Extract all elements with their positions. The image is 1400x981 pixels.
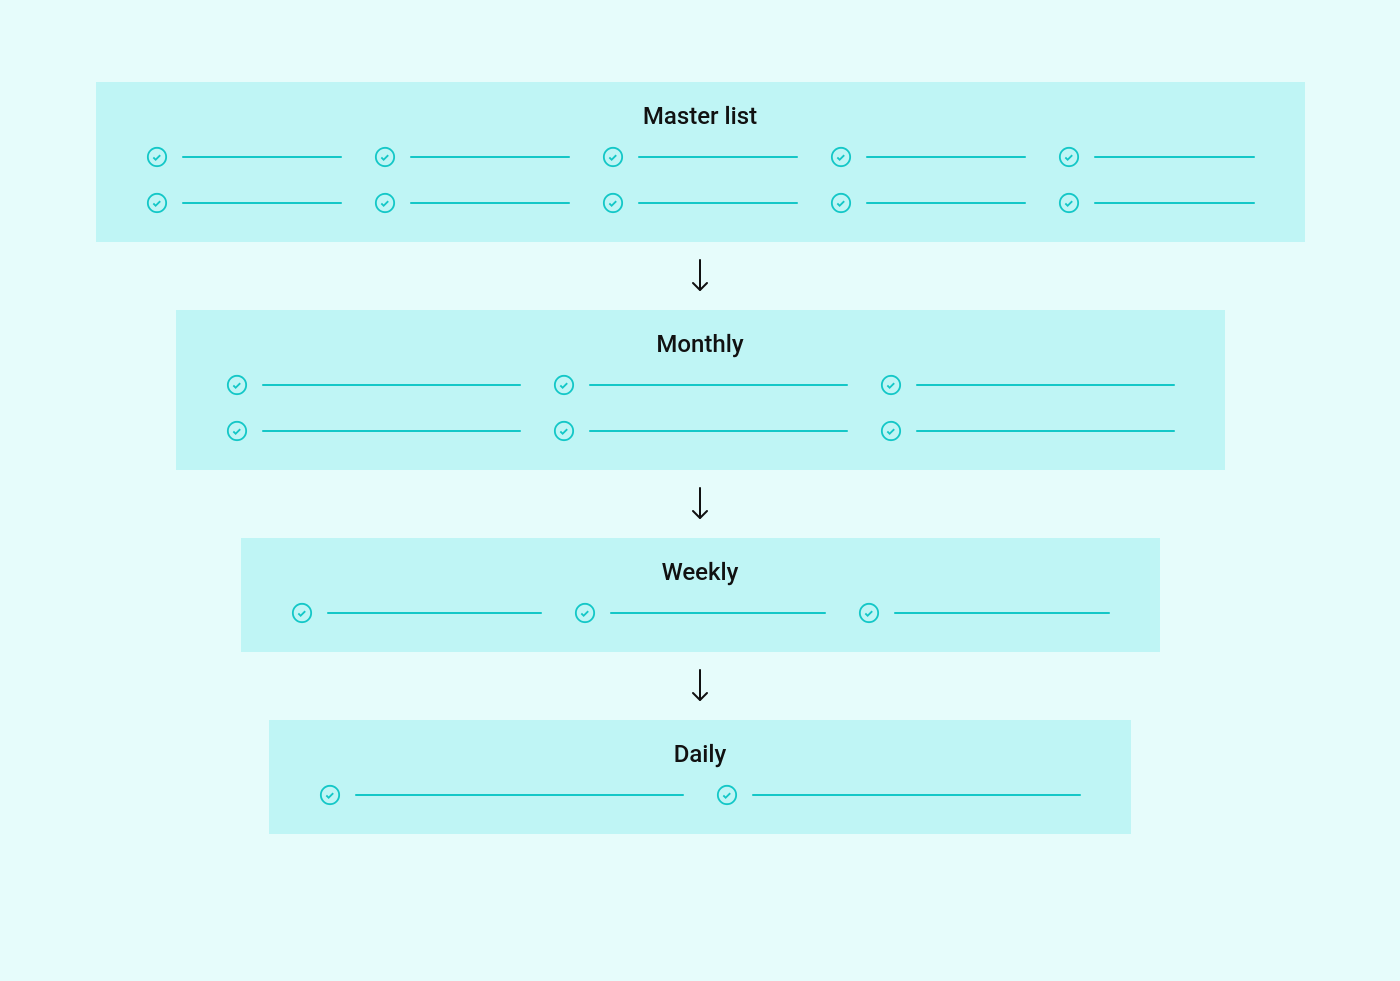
task-item (1058, 146, 1254, 168)
arrow-down-icon (688, 470, 712, 538)
task-placeholder-line (638, 156, 798, 158)
task-placeholder-line (1094, 156, 1254, 158)
task-placeholder-line (327, 612, 543, 614)
diagram-canvas: Master list Monthly (0, 0, 1400, 981)
task-placeholder-line (262, 384, 521, 386)
tier-master: Master list (96, 82, 1305, 242)
check-circle-icon (553, 420, 575, 442)
check-circle-icon (858, 602, 880, 624)
task-placeholder-line (355, 794, 684, 796)
task-row (146, 146, 1255, 168)
check-circle-icon (830, 146, 852, 168)
check-circle-icon (374, 146, 396, 168)
tier-title-daily: Daily (269, 740, 1131, 768)
task-item (146, 146, 342, 168)
task-row (146, 192, 1255, 214)
check-circle-icon (602, 146, 624, 168)
task-placeholder-line (410, 156, 570, 158)
task-item (226, 420, 521, 442)
task-placeholder-line (610, 612, 826, 614)
task-placeholder-line (752, 794, 1081, 796)
task-item (1058, 192, 1254, 214)
task-row (291, 602, 1110, 624)
tier-title-weekly: Weekly (241, 558, 1160, 586)
check-circle-icon (602, 192, 624, 214)
check-circle-icon (226, 420, 248, 442)
check-circle-icon (716, 784, 738, 806)
task-rows (96, 146, 1305, 214)
check-circle-icon (146, 146, 168, 168)
task-placeholder-line (866, 156, 1026, 158)
task-item (880, 374, 1175, 396)
task-item (553, 420, 848, 442)
task-item (226, 374, 521, 396)
check-circle-icon (291, 602, 313, 624)
task-rows (269, 784, 1131, 806)
task-item (602, 146, 798, 168)
check-circle-icon (146, 192, 168, 214)
task-placeholder-line (638, 202, 798, 204)
task-item (830, 192, 1026, 214)
task-placeholder-line (262, 430, 521, 432)
tier-monthly: Monthly (176, 310, 1225, 470)
task-item (553, 374, 848, 396)
task-placeholder-line (589, 384, 848, 386)
task-placeholder-line (916, 430, 1175, 432)
task-placeholder-line (894, 612, 1110, 614)
check-circle-icon (1058, 192, 1080, 214)
tier-title-master: Master list (96, 102, 1305, 130)
task-item (374, 146, 570, 168)
task-placeholder-line (866, 202, 1026, 204)
check-circle-icon (830, 192, 852, 214)
task-row (226, 374, 1175, 396)
check-circle-icon (880, 374, 902, 396)
task-item (830, 146, 1026, 168)
task-placeholder-line (410, 202, 570, 204)
check-circle-icon (880, 420, 902, 442)
task-placeholder-line (182, 202, 342, 204)
task-item (716, 784, 1081, 806)
task-placeholder-line (182, 156, 342, 158)
task-rows (241, 602, 1160, 624)
arrow-down-icon (688, 652, 712, 720)
check-circle-icon (1058, 146, 1080, 168)
arrow-down-icon (688, 242, 712, 310)
task-item (374, 192, 570, 214)
task-placeholder-line (589, 430, 848, 432)
task-item (602, 192, 798, 214)
tier-title-monthly: Monthly (176, 330, 1225, 358)
task-item (319, 784, 684, 806)
task-item (146, 192, 342, 214)
check-circle-icon (574, 602, 596, 624)
task-placeholder-line (916, 384, 1175, 386)
tier-daily: Daily (269, 720, 1131, 834)
check-circle-icon (319, 784, 341, 806)
task-item (574, 602, 826, 624)
task-rows (176, 374, 1225, 442)
check-circle-icon (553, 374, 575, 396)
task-item (291, 602, 543, 624)
task-item (858, 602, 1110, 624)
task-row (226, 420, 1175, 442)
task-placeholder-line (1094, 202, 1254, 204)
task-item (880, 420, 1175, 442)
tier-weekly: Weekly (241, 538, 1160, 652)
task-row (319, 784, 1081, 806)
check-circle-icon (226, 374, 248, 396)
check-circle-icon (374, 192, 396, 214)
